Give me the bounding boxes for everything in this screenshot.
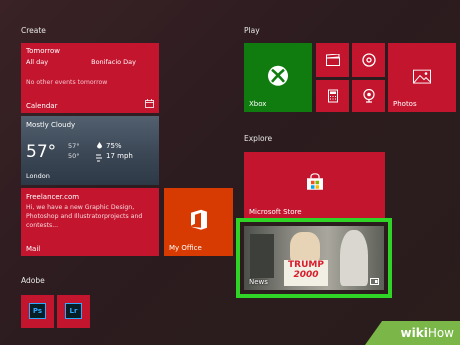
photoshop-icon: Ps bbox=[29, 303, 46, 319]
weather-city: London bbox=[26, 172, 50, 180]
news-label: News bbox=[249, 278, 268, 286]
calendar-tile[interactable]: Tomorrow All day Bonifacio Day No other … bbox=[21, 43, 159, 113]
news-tile[interactable]: TRUMP 2000 News bbox=[244, 226, 384, 290]
group-label-play: Play bbox=[244, 26, 260, 35]
news-icon bbox=[370, 278, 379, 285]
weather-humidity: 75% bbox=[106, 142, 122, 150]
calendar-icon bbox=[145, 99, 154, 108]
calendar-event: Bonifacio Day bbox=[91, 58, 136, 66]
watermark-how: How bbox=[427, 326, 454, 340]
calendar-label: Calendar bbox=[26, 102, 58, 110]
weather-high: 57° bbox=[68, 142, 80, 150]
calendar-note: No other events tomorrow bbox=[26, 79, 108, 86]
group-label-adobe: Adobe bbox=[21, 276, 45, 285]
my-office-label: My Office bbox=[169, 244, 202, 252]
microsoft-store-tile[interactable]: Microsoft Store bbox=[244, 152, 385, 220]
mail-label: Mail bbox=[26, 245, 41, 253]
mail-preview: Hi, we have a new Graphic Design, Photos… bbox=[26, 204, 143, 229]
clapperboard-icon bbox=[325, 54, 340, 66]
music-disc-icon bbox=[361, 53, 376, 67]
weather-low: 50° bbox=[68, 152, 80, 160]
calendar-all-day: All day bbox=[26, 58, 49, 66]
watermark-wiki: wiki bbox=[400, 326, 428, 340]
office-icon bbox=[190, 209, 207, 230]
news-headline-sign: TRUMP 2000 bbox=[284, 260, 328, 286]
photos-label: Photos bbox=[393, 100, 417, 108]
photos-tile[interactable]: Photos bbox=[388, 43, 456, 112]
group-label-explore: Explore bbox=[244, 134, 273, 143]
lightroom-tile[interactable]: Lr bbox=[57, 295, 90, 328]
mail-tile[interactable]: Freelancer.com Hi, we have a new Graphic… bbox=[21, 188, 159, 256]
humidity-wind-icon bbox=[96, 142, 102, 162]
groove-music-tile[interactable] bbox=[352, 43, 385, 77]
news-highlight-frame: TRUMP 2000 News bbox=[236, 218, 392, 298]
microsoft-store-label: Microsoft Store bbox=[249, 208, 302, 216]
weather-wind: 17 mph bbox=[106, 152, 133, 160]
calendar-day: Tomorrow bbox=[26, 47, 60, 55]
news-headline-line2: 2000 bbox=[293, 270, 319, 280]
photo-icon bbox=[413, 69, 431, 84]
xbox-tile[interactable]: Xbox bbox=[244, 43, 312, 112]
news-headline-line1: TRUMP bbox=[288, 260, 324, 270]
mail-sender: Freelancer.com bbox=[26, 193, 80, 201]
wikihow-watermark: wiki How bbox=[365, 321, 460, 345]
shopping-bag-icon bbox=[306, 173, 323, 190]
group-label-create: Create bbox=[21, 26, 46, 35]
weather-condition: Mostly Cloudy bbox=[26, 121, 76, 129]
xbox-label: Xbox bbox=[249, 100, 267, 108]
my-office-tile[interactable]: My Office bbox=[164, 188, 233, 256]
webcam-icon bbox=[362, 89, 375, 103]
photoshop-tile[interactable]: Ps bbox=[21, 295, 54, 328]
xbox-icon bbox=[268, 65, 288, 86]
calculator-icon bbox=[327, 89, 338, 103]
movies-tv-tile[interactable] bbox=[316, 43, 349, 77]
news-photo-shelf bbox=[250, 234, 274, 278]
weather-tile[interactable]: Mostly Cloudy 57° 57° 50° 75% 17 mph Lon… bbox=[21, 116, 159, 185]
weather-temperature: 57° bbox=[26, 142, 57, 162]
calculator-tile[interactable] bbox=[316, 80, 349, 112]
lightroom-icon: Lr bbox=[65, 303, 82, 319]
news-photo-second-person bbox=[340, 230, 368, 286]
camera-tile[interactable] bbox=[352, 80, 385, 112]
